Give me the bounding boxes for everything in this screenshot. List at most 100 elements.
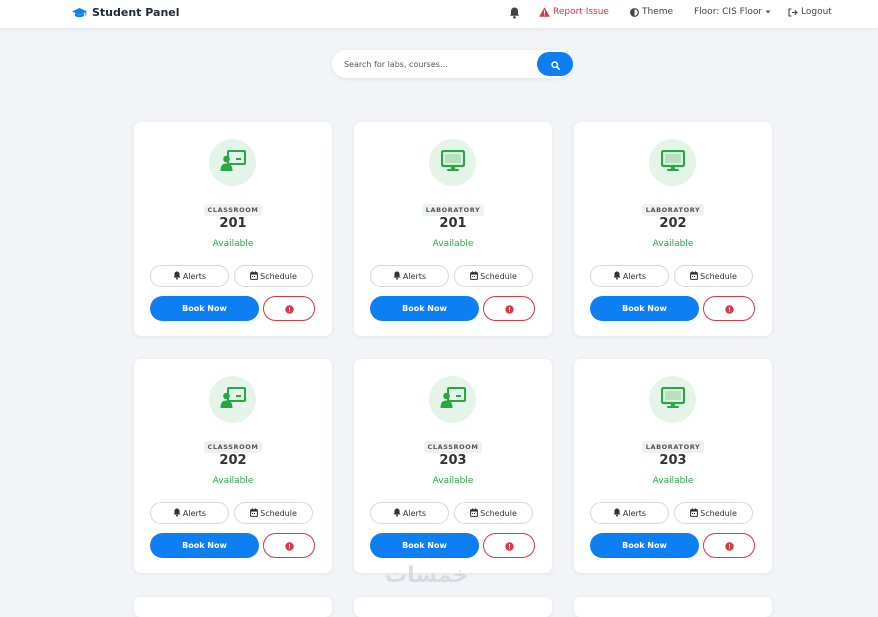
room-icon-circle	[209, 139, 256, 186]
desktop-icon	[660, 386, 685, 413]
room-card: LABORATORY 201 Available Alerts Schedule Book…	[354, 122, 552, 336]
alerts-button[interactable]: Alerts	[370, 265, 449, 287]
half-circle-icon	[630, 7, 639, 17]
calendar-icon	[250, 507, 259, 519]
schedule-button[interactable]: Schedule	[454, 265, 533, 287]
caret-down-icon	[765, 10, 771, 14]
schedule-label: Schedule	[260, 271, 297, 281]
bell-icon	[173, 508, 181, 519]
logout-icon	[788, 7, 798, 17]
schedule-button[interactable]: Schedule	[234, 502, 313, 524]
room-card: CLASSROOM 202 Available Alerts Schedule Book …	[134, 359, 332, 573]
schedule-button[interactable]: Schedule	[674, 502, 753, 524]
brand[interactable]: Student Panel	[72, 6, 180, 19]
book-now-button[interactable]: Book Now	[150, 296, 259, 321]
room-number: 201	[219, 216, 247, 231]
schedule-label: Schedule	[260, 508, 297, 518]
alerts-label: Alerts	[182, 271, 207, 281]
room-icon-circle	[649, 139, 696, 186]
graduation-cap-icon	[72, 7, 87, 19]
book-now-button[interactable]: Book Now	[150, 533, 259, 558]
report-room-button[interactable]	[263, 296, 315, 321]
schedule-label: Schedule	[700, 508, 737, 518]
room-status: Available	[432, 239, 474, 249]
alerts-label: Alerts	[622, 271, 647, 281]
alerts-button[interactable]: Alerts	[590, 502, 669, 524]
book-now-button[interactable]: Book Now	[590, 533, 699, 558]
exclamation-circle-icon	[504, 536, 514, 555]
top-navbar: Student Panel Report Issue Theme Floor: …	[0, 0, 878, 28]
book-now-button[interactable]: Book Now	[370, 296, 479, 321]
room-card: LABORATORY 202 Available Alerts Schedule Book…	[574, 122, 772, 336]
bell-icon	[393, 508, 401, 519]
bell-icon	[509, 7, 520, 19]
room-number: 202	[659, 216, 687, 231]
floor-dropdown[interactable]: Floor: CIS Floor	[694, 7, 771, 17]
bell-icon	[173, 271, 181, 282]
room-card-partial	[354, 597, 552, 617]
schedule-label: Schedule	[700, 271, 737, 281]
logout-label: Logout	[801, 7, 832, 17]
schedule-button[interactable]: Schedule	[234, 265, 313, 287]
search-button[interactable]	[537, 52, 573, 76]
room-type-badge: CLASSROOM	[203, 441, 263, 453]
report-room-button[interactable]	[483, 296, 535, 321]
room-number: 203	[659, 453, 687, 468]
room-card: CLASSROOM 201 Available Alerts Schedule Book …	[134, 122, 332, 336]
report-room-button[interactable]	[703, 533, 755, 558]
room-status: Available	[432, 476, 474, 486]
room-card-partial	[574, 597, 772, 617]
alerts-button[interactable]: Alerts	[590, 265, 669, 287]
theme-toggle[interactable]: Theme	[630, 7, 673, 17]
calendar-icon	[250, 270, 259, 282]
report-issue-link[interactable]: Report Issue	[539, 7, 609, 17]
bell-icon	[613, 508, 621, 519]
notifications-button[interactable]	[509, 7, 520, 19]
calendar-icon	[690, 270, 699, 282]
schedule-button[interactable]: Schedule	[674, 265, 753, 287]
alerts-label: Alerts	[402, 271, 427, 281]
room-card: LABORATORY 203 Available Alerts Schedule Book…	[574, 359, 772, 573]
alerts-button[interactable]: Alerts	[370, 502, 449, 524]
room-number: 201	[439, 216, 467, 231]
alerts-label: Alerts	[622, 508, 647, 518]
room-card: CLASSROOM 203 Available Alerts Schedule Book …	[354, 359, 552, 573]
exclamation-circle-icon	[284, 536, 294, 555]
search-input[interactable]	[344, 57, 534, 71]
exclamation-circle-icon	[504, 299, 514, 318]
search-bar	[332, 50, 573, 78]
alerts-button[interactable]: Alerts	[150, 265, 229, 287]
alerts-button[interactable]: Alerts	[150, 502, 229, 524]
classroom-icon	[220, 149, 246, 176]
room-card-partial	[134, 597, 332, 617]
room-status: Available	[652, 476, 694, 486]
report-issue-label: Report Issue	[553, 7, 609, 17]
room-status: Available	[212, 476, 254, 486]
room-status: Available	[652, 239, 694, 249]
schedule-label: Schedule	[480, 271, 517, 281]
calendar-icon	[690, 507, 699, 519]
exclamation-circle-icon	[724, 536, 734, 555]
schedule-button[interactable]: Schedule	[454, 502, 533, 524]
desktop-icon	[660, 149, 685, 176]
alerts-label: Alerts	[182, 508, 207, 518]
logout-link[interactable]: Logout	[788, 7, 832, 17]
book-now-button[interactable]: Book Now	[370, 533, 479, 558]
classroom-icon	[440, 386, 466, 413]
room-number: 203	[439, 453, 467, 468]
theme-label: Theme	[642, 7, 674, 17]
exclamation-circle-icon	[284, 299, 294, 318]
book-now-button[interactable]: Book Now	[590, 296, 699, 321]
classroom-icon	[220, 386, 246, 413]
report-room-button[interactable]	[483, 533, 535, 558]
room-type-badge: CLASSROOM	[423, 441, 483, 453]
bell-icon	[393, 271, 401, 282]
report-room-button[interactable]	[263, 533, 315, 558]
report-room-button[interactable]	[703, 296, 755, 321]
room-icon-circle	[649, 376, 696, 423]
room-icon-circle	[429, 139, 476, 186]
warning-triangle-icon	[539, 7, 550, 17]
search-icon	[550, 55, 560, 74]
room-status: Available	[212, 239, 254, 249]
room-type-badge: LABORATORY	[421, 204, 485, 216]
